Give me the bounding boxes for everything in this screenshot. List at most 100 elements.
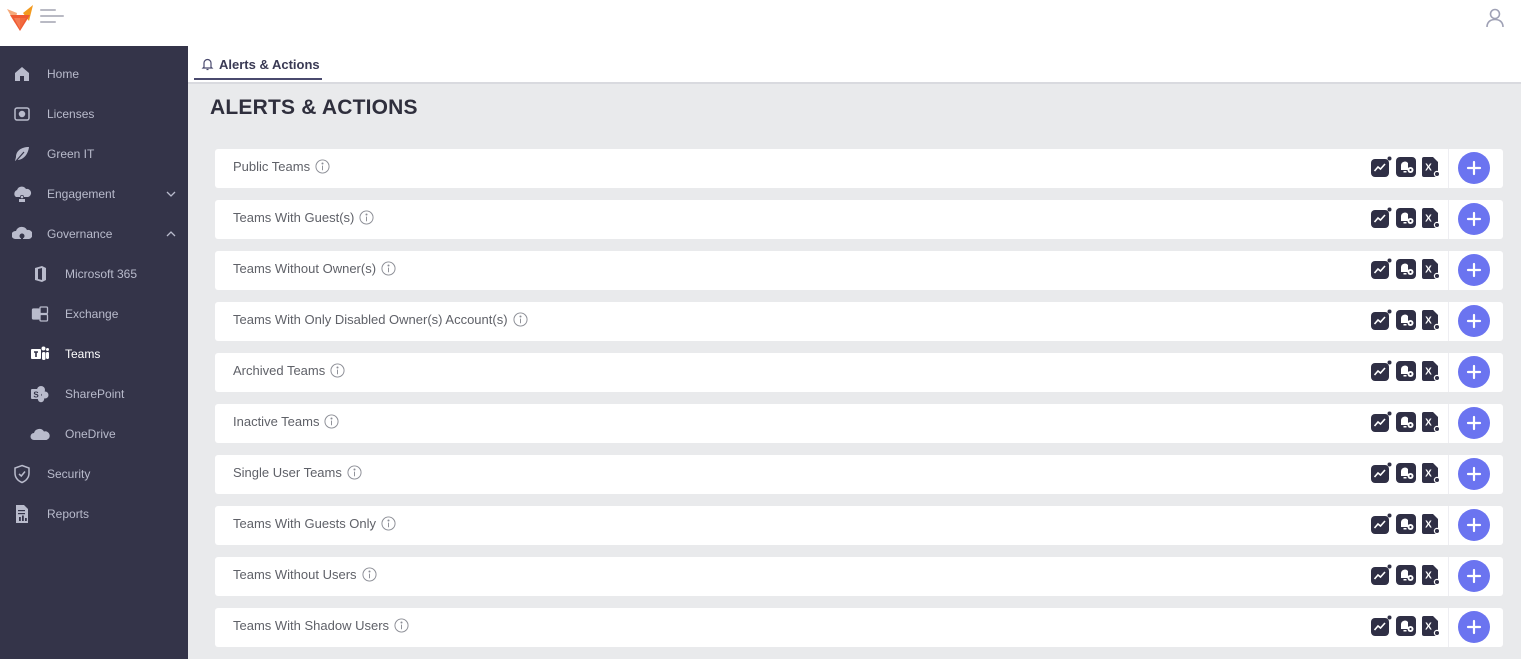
- info-icon[interactable]: [330, 363, 345, 378]
- info-icon[interactable]: [381, 261, 396, 276]
- plus-icon: [1466, 262, 1482, 278]
- add-action-button[interactable]: [1458, 254, 1490, 286]
- add-action-button[interactable]: [1458, 407, 1490, 439]
- chart-alert-icon[interactable]: [1370, 411, 1392, 433]
- add-action-button[interactable]: [1458, 611, 1490, 643]
- sharepoint-icon: S: [30, 384, 50, 404]
- sidebar-item-onedrive[interactable]: OneDrive: [0, 414, 188, 454]
- svg-text:S: S: [33, 391, 39, 400]
- sidebar-item-teams[interactable]: Teams: [0, 334, 188, 374]
- alert-row-label: Inactive Teams: [233, 414, 320, 429]
- hamburger-menu-icon[interactable]: [40, 9, 66, 27]
- chevron-up-icon[interactable]: [164, 227, 178, 241]
- chart-alert-icon[interactable]: [1370, 156, 1392, 178]
- bell-settings-icon[interactable]: [1395, 360, 1417, 382]
- info-icon[interactable]: [359, 210, 374, 225]
- excel-export-icon[interactable]: X: [1420, 462, 1442, 484]
- bell-settings-icon[interactable]: [1395, 258, 1417, 280]
- row-divider: [1448, 353, 1449, 392]
- add-action-button[interactable]: [1458, 458, 1490, 490]
- excel-export-icon[interactable]: X: [1420, 309, 1442, 331]
- home-icon: [12, 64, 32, 84]
- exchange-icon: [30, 304, 50, 324]
- bell-settings-icon[interactable]: [1395, 564, 1417, 586]
- onedrive-icon: [30, 424, 50, 444]
- user-profile-icon[interactable]: [1484, 7, 1506, 29]
- excel-export-icon[interactable]: X: [1420, 207, 1442, 229]
- alert-row-label: Teams Without Users: [233, 567, 357, 582]
- tab-alerts-actions[interactable]: Alerts & Actions: [195, 46, 328, 82]
- chevron-down-icon[interactable]: [164, 187, 178, 201]
- excel-export-icon[interactable]: X: [1420, 360, 1442, 382]
- row-divider: [1448, 455, 1449, 494]
- sidebar: Home Licenses Green IT Engagement Governance…: [0, 46, 188, 659]
- bell-settings-icon[interactable]: [1395, 615, 1417, 637]
- info-icon[interactable]: [381, 516, 396, 531]
- chart-alert-icon[interactable]: [1370, 309, 1392, 331]
- fox-logo-icon[interactable]: [5, 3, 35, 33]
- bell-settings-icon[interactable]: [1395, 462, 1417, 484]
- row-divider: [1448, 149, 1449, 188]
- sidebar-item-reports[interactable]: Reports: [0, 494, 188, 534]
- info-icon[interactable]: [513, 312, 528, 327]
- chart-alert-icon[interactable]: [1370, 564, 1392, 586]
- alert-row-label: Teams Without Owner(s): [233, 261, 377, 276]
- bell-settings-icon[interactable]: [1395, 513, 1417, 535]
- add-action-button[interactable]: [1458, 203, 1490, 235]
- row-divider: [1448, 557, 1449, 596]
- excel-export-icon[interactable]: X: [1420, 411, 1442, 433]
- sidebar-item-engagement[interactable]: Engagement: [0, 174, 188, 214]
- info-icon[interactable]: [347, 465, 362, 480]
- excel-export-icon[interactable]: X: [1420, 615, 1442, 637]
- top-bar: [0, 0, 1521, 46]
- info-icon[interactable]: [324, 414, 339, 429]
- info-icon[interactable]: [315, 159, 330, 174]
- info-icon[interactable]: [362, 567, 377, 582]
- sidebar-item-green-it[interactable]: Green IT: [0, 134, 188, 174]
- sidebar-item-label: Governance: [47, 227, 113, 241]
- chart-alert-icon[interactable]: [1370, 360, 1392, 382]
- sidebar-item-licenses[interactable]: Licenses: [0, 94, 188, 134]
- alert-row-label: Teams With Only Disabled Owner(s) Accoun…: [233, 312, 508, 327]
- add-action-button[interactable]: [1458, 560, 1490, 592]
- sidebar-item-home[interactable]: Home: [0, 54, 188, 94]
- bell-settings-icon[interactable]: [1395, 156, 1417, 178]
- sidebar-item-security[interactable]: Security: [0, 454, 188, 494]
- sidebar-item-sharepoint[interactable]: S SharePoint: [0, 374, 188, 414]
- plus-icon: [1466, 211, 1482, 227]
- governance-icon: [12, 224, 32, 244]
- bell-icon: [201, 58, 214, 71]
- chart-alert-icon[interactable]: [1370, 462, 1392, 484]
- alert-row-title: Archived Teams: [233, 363, 345, 378]
- excel-export-icon[interactable]: X: [1420, 156, 1442, 178]
- add-action-button[interactable]: [1458, 152, 1490, 184]
- alert-row: Teams With Shadow Users X: [215, 608, 1503, 647]
- excel-export-icon[interactable]: X: [1420, 513, 1442, 535]
- add-action-button[interactable]: [1458, 509, 1490, 541]
- licenses-icon: [12, 104, 32, 124]
- reports-icon: [12, 504, 32, 524]
- sidebar-item-microsoft-365[interactable]: Microsoft 365: [0, 254, 188, 294]
- bell-settings-icon[interactable]: [1395, 309, 1417, 331]
- info-icon[interactable]: [394, 618, 409, 633]
- add-action-button[interactable]: [1458, 356, 1490, 388]
- bell-settings-icon[interactable]: [1395, 411, 1417, 433]
- sidebar-item-label: Green IT: [47, 147, 95, 161]
- chart-alert-icon[interactable]: [1370, 258, 1392, 280]
- excel-export-icon[interactable]: X: [1420, 564, 1442, 586]
- alert-row-title: Teams With Guests Only: [233, 516, 396, 531]
- chart-alert-icon[interactable]: [1370, 615, 1392, 637]
- sidebar-item-governance[interactable]: Governance: [0, 214, 188, 254]
- row-actions: X: [1370, 309, 1442, 331]
- sidebar-item-exchange[interactable]: Exchange: [0, 294, 188, 334]
- excel-export-icon[interactable]: X: [1420, 258, 1442, 280]
- plus-icon: [1466, 364, 1482, 380]
- sidebar-item-label: Reports: [47, 507, 90, 521]
- chart-alert-icon[interactable]: [1370, 207, 1392, 229]
- alert-row-title: Single User Teams: [233, 465, 362, 480]
- bell-settings-icon[interactable]: [1395, 207, 1417, 229]
- chart-alert-icon[interactable]: [1370, 513, 1392, 535]
- sidebar-item-label: Home: [47, 67, 80, 81]
- plus-icon: [1466, 415, 1482, 431]
- add-action-button[interactable]: [1458, 305, 1490, 337]
